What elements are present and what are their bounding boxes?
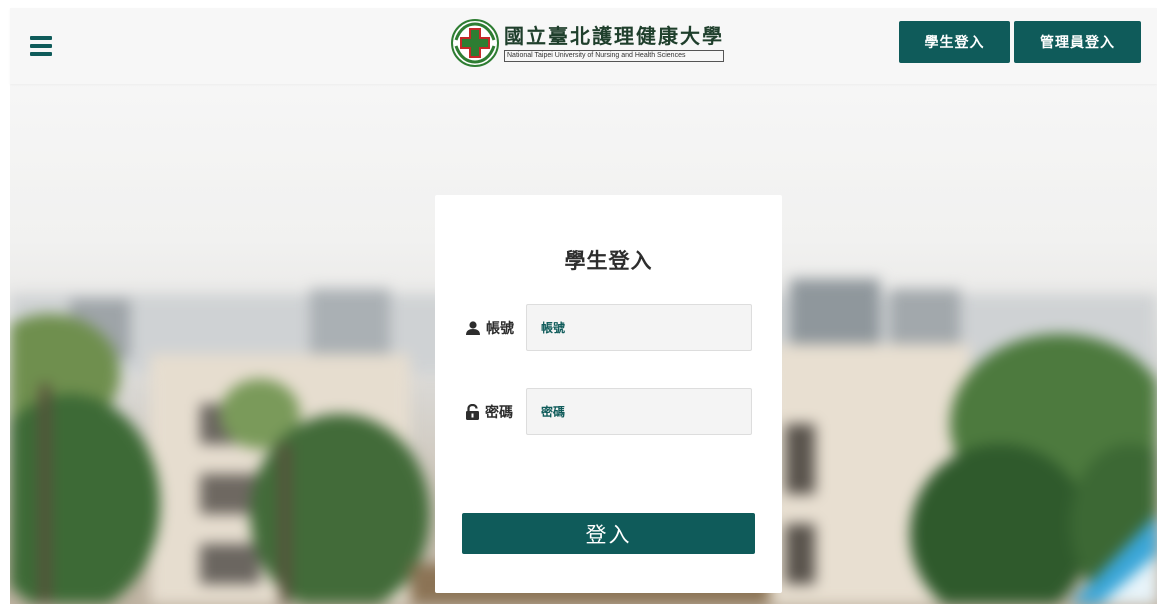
admin-login-nav-button[interactable]: 管理員登入	[1014, 21, 1141, 63]
password-label: 密碼	[465, 402, 526, 422]
logo-text-group: 國立臺北護理健康大學 National Taipei University of…	[504, 24, 724, 62]
university-logo[interactable]: 國立臺北護理健康大學 National Taipei University of…	[450, 18, 730, 68]
page: 國立臺北護理健康大學 National Taipei University of…	[0, 0, 1157, 604]
account-label: 帳號	[465, 318, 526, 338]
university-name-english: National Taipei University of Nursing an…	[504, 50, 724, 62]
university-name-chinese: 國立臺北護理健康大學	[504, 24, 724, 48]
student-login-nav-button[interactable]: 學生登入	[899, 21, 1010, 63]
account-input[interactable]	[526, 304, 752, 351]
user-icon	[466, 320, 480, 335]
account-label-text: 帳號	[486, 320, 514, 337]
login-title: 學生登入	[564, 249, 653, 273]
top-navbar: 國立臺北護理健康大學 National Taipei University of…	[10, 8, 1157, 84]
password-input[interactable]	[526, 388, 752, 435]
password-label-text: 密碼	[485, 404, 513, 421]
password-field-row: 密碼	[465, 388, 755, 435]
left-margin	[0, 0, 10, 604]
hamburger-menu-icon[interactable]	[30, 36, 52, 56]
university-emblem-icon	[451, 19, 499, 67]
login-submit-button[interactable]: 登入	[462, 513, 755, 554]
login-card: 學生登入 帳號 密碼 登入	[435, 195, 782, 593]
account-field-row: 帳號	[465, 304, 755, 351]
unlock-icon	[466, 403, 479, 420]
